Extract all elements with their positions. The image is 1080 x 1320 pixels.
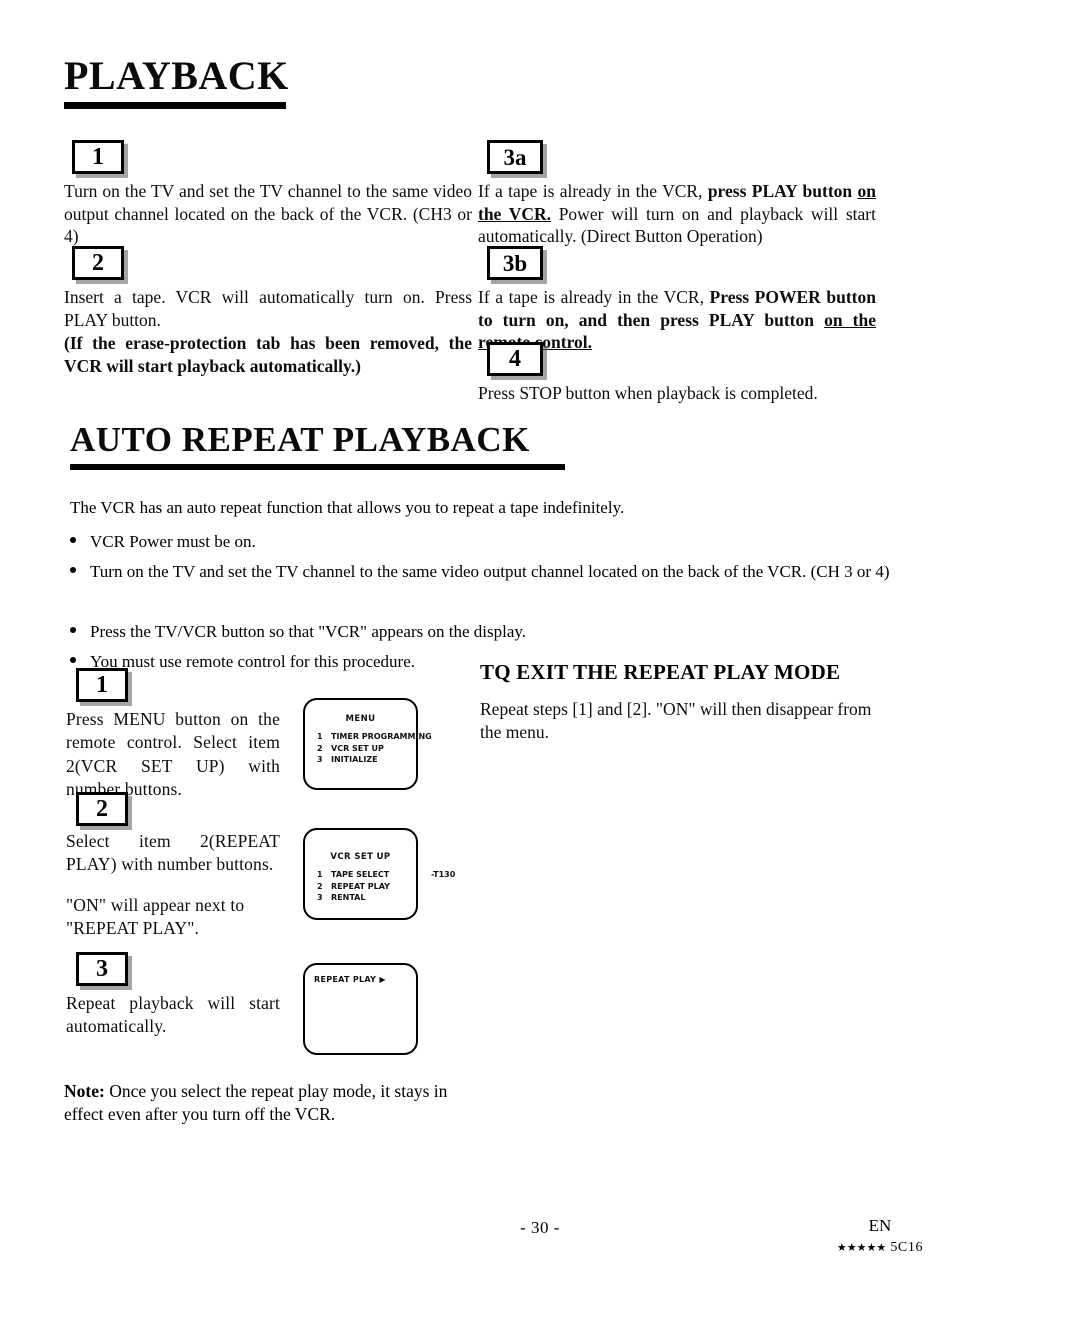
- list-item: VCR Power must be on.: [70, 531, 980, 553]
- page-title-auto-repeat: AUTO REPEAT PLAYBACK: [70, 420, 565, 470]
- heading-underline-rule: [70, 464, 565, 470]
- tv-menu-item-label: TIMER PROGRAMMING: [331, 732, 432, 741]
- auto-repeat-intro: The VCR has an auto repeat function that…: [70, 498, 625, 517]
- tv-menu-item: 3 RENTAL: [317, 892, 416, 904]
- step-3a-bold: press PLAY button: [707, 181, 858, 201]
- tv-menu-item-label: INITIALIZE: [331, 755, 378, 765]
- bullet-text: VCR Power must be on.: [90, 532, 256, 551]
- list-item: Press the TV/VCR button so that "VCR" ap…: [70, 621, 980, 643]
- tv-menu-item-number: 2: [317, 743, 323, 753]
- step-badge-playback-4: 4: [487, 342, 543, 376]
- step-badge-label: 2: [92, 250, 104, 276]
- step-text-repeat-3: Repeat playback will start automatically…: [66, 993, 280, 1037]
- tv-screen-title: MENU: [345, 714, 376, 724]
- step-badge-repeat-2: 2: [76, 792, 128, 826]
- tv-screen-vcr-setup: VCR SET UP 1 TAPE SELECT -T130 2 REPEAT PLA…: [303, 828, 455, 920]
- tv-screen-status-text: REPEAT PLAY ▶: [314, 975, 386, 984]
- step-badge-playback-3a: 3a: [487, 140, 543, 174]
- bullet-dot-icon: [70, 537, 76, 544]
- manual-page: PLAYBACK 1 Turn on the TV and set the TV…: [0, 0, 1080, 1320]
- tv-screen-repeat-play: REPEAT PLAY ▶: [303, 963, 418, 1055]
- bullet-text: Turn on the TV and set the TV channel to…: [90, 562, 890, 581]
- step-badge-playback-2: 2: [72, 246, 124, 280]
- step-text-playback-4: Press STOP button when playback is compl…: [478, 383, 818, 403]
- tv-menu-item-number: 3: [317, 755, 323, 765]
- tv-menu-item-label: REPEAT PLAY: [331, 881, 390, 891]
- step-text-repeat-2-result: "ON" will appear next to "REPEAT PLAY".: [66, 895, 245, 939]
- stars-icon: ★★★★★: [836, 1242, 887, 1254]
- step-badge-repeat-1: 1: [76, 668, 128, 702]
- tv-menu-item: 1 TIMER PROGRAMMING: [317, 731, 432, 743]
- tv-menu-item-label: TAPE SELECT: [331, 870, 390, 879]
- tv-menu-item-number: 2: [317, 881, 323, 891]
- step-3a-lead: If a tape is already in the VCR,: [478, 181, 708, 201]
- step-badge-label: 4: [509, 346, 521, 372]
- tv-screen-content: VCR SET UP 1 TAPE SELECT -T130 2 REPEAT PLA…: [305, 830, 455, 904]
- playback-heading-text: PLAYBACK: [64, 53, 289, 98]
- tv-screen-content: REPEAT PLAY ▶: [305, 965, 416, 984]
- exit-mode-heading: TQ EXIT THE REPEAT PLAY MODE: [480, 660, 841, 684]
- tv-menu-item-label: RENTAL: [331, 893, 366, 903]
- page-title-playback: PLAYBACK: [64, 52, 289, 109]
- step-badge-label: 1: [92, 144, 104, 170]
- step-badge-playback-1: 1: [72, 140, 124, 174]
- step-badge-label: 3b: [502, 250, 528, 276]
- tv-menu-item: 2 VCR SET UP: [317, 743, 416, 755]
- list-item: Turn on the TV and set the TV channel to…: [70, 561, 980, 583]
- auto-repeat-heading-text: AUTO REPEAT PLAYBACK: [70, 420, 530, 459]
- tv-screen-menu: MENU 1 TIMER PROGRAMMING 2 VCR SET UP 3 INI…: [303, 698, 432, 790]
- tv-menu-item-number: 3: [317, 893, 323, 903]
- footer-language-code: EN: [868, 1216, 892, 1235]
- note-label: Note:: [64, 1081, 105, 1101]
- tv-menu-item: 1 TAPE SELECT -T130: [317, 869, 455, 881]
- tv-menu-item: 3 INITIALIZE: [317, 754, 416, 766]
- step-text-repeat-1: Press MENU button on the remote control.…: [66, 709, 280, 799]
- note-text: Once you select the repeat play mode, it…: [64, 1081, 448, 1124]
- bullet-dot-icon: [70, 567, 76, 574]
- tv-screen-menu-list: 1 TIMER PROGRAMMING 2 VCR SET UP 3 INITIALI…: [305, 731, 432, 766]
- step-note-playback-2: (If the erase-protection tab has been re…: [64, 333, 472, 376]
- exit-mode-text: Repeat steps [1] and [2]. "ON" will then…: [480, 699, 872, 742]
- tv-screen-title: VCR SET UP: [330, 852, 391, 862]
- footer-model-code: ★★★★★ 5C16: [790, 1240, 970, 1256]
- bullet-text: Press the TV/VCR button so that "VCR" ap…: [90, 622, 527, 641]
- step-text-playback-3a: If a tape is already in the VCR, press P…: [478, 180, 876, 248]
- step-badge-repeat-3: 3: [76, 952, 128, 986]
- step-badge-label: 1: [96, 672, 108, 698]
- step-badge-playback-3b: 3b: [487, 246, 543, 280]
- heading-underline-rule: [64, 102, 286, 109]
- tv-screen-menu-list: 1 TAPE SELECT -T130 2 REPEAT PLAY 3 RENTAL: [305, 869, 455, 904]
- step-text-repeat-2: Select item 2(REPEAT PLAY) with number b…: [66, 831, 280, 875]
- tv-menu-item-number: 1: [317, 732, 323, 741]
- tv-menu-item: 2 REPEAT PLAY: [317, 881, 416, 893]
- step-badge-label: 3: [96, 956, 108, 982]
- step-text-playback-2: Insert a tape. VCR will automatically tu…: [64, 287, 472, 330]
- tv-screen-content: MENU 1 TIMER PROGRAMMING 2 VCR SET UP 3 INI…: [305, 700, 432, 766]
- step-3b-lead: If a tape is already in the VCR,: [478, 287, 710, 307]
- tv-menu-item-number: 1: [317, 870, 323, 879]
- footer-model-code-text: 5C16: [890, 1240, 924, 1255]
- bullet-dot-icon: [70, 657, 76, 664]
- bullet-dot-icon: [70, 627, 76, 634]
- step-badge-label: 3a: [503, 144, 527, 170]
- tv-menu-item-value: -T130: [431, 870, 456, 879]
- step-badge-label: 2: [96, 796, 108, 822]
- step-text-playback-1: Turn on the TV and set the TV channel to…: [64, 181, 472, 247]
- tv-menu-item-label: VCR SET UP: [331, 743, 384, 753]
- note-block: Note: Once you select the repeat play mo…: [64, 1080, 484, 1126]
